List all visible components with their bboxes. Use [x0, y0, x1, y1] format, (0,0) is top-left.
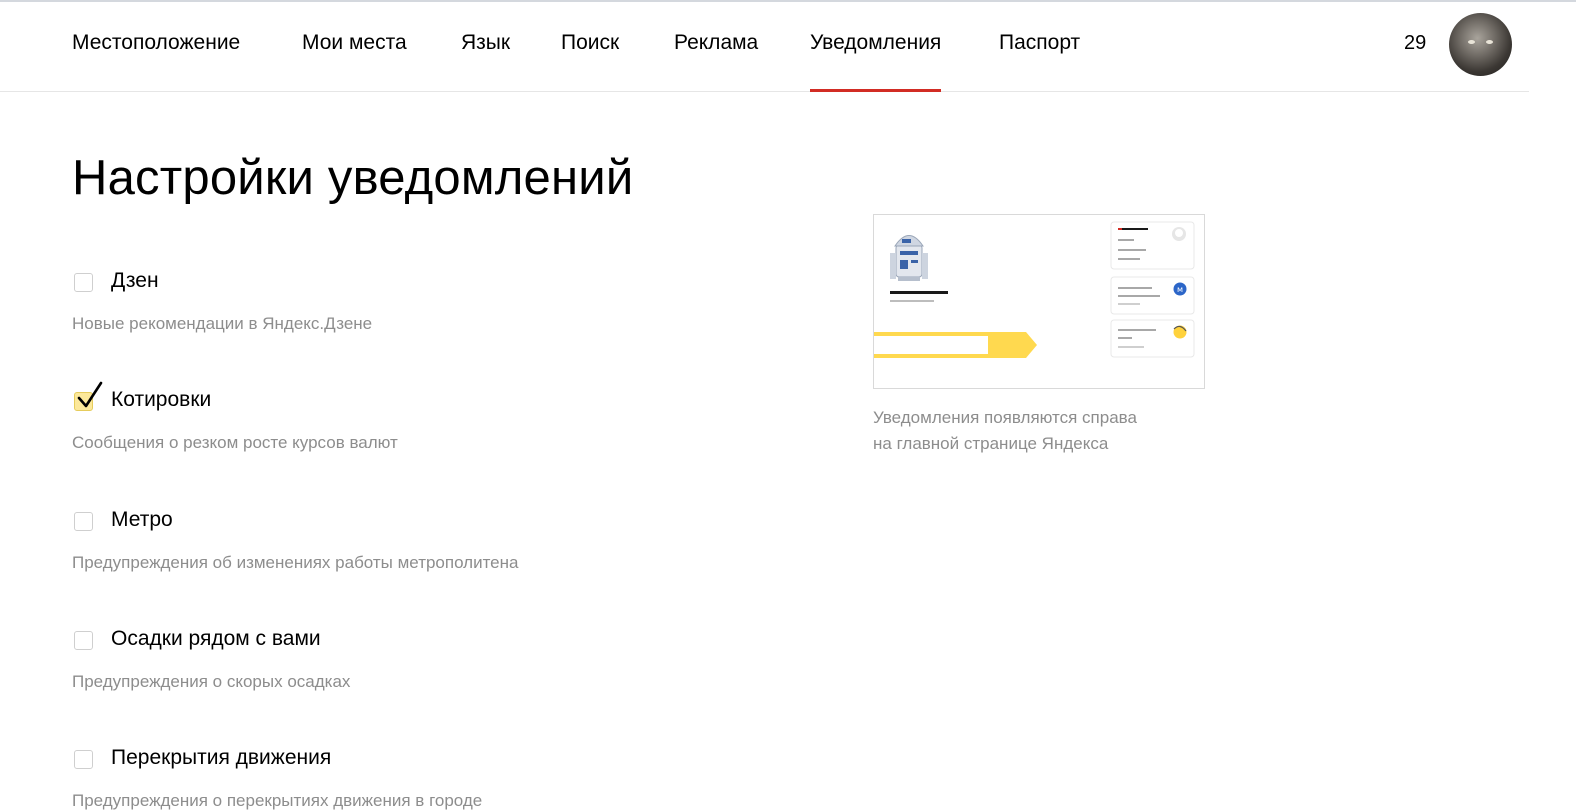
road-closures-checkbox[interactable]: [74, 750, 93, 769]
preview-caption-line-1: Уведомления появляются справа: [873, 408, 1137, 427]
road-closures-description: Предупреждения о перекрытиях движения в …: [72, 791, 483, 810]
notification-counter[interactable]: 29: [1404, 32, 1426, 55]
tab-my-places[interactable]: Мои места: [302, 2, 407, 91]
yellow-search-bar: [874, 332, 1037, 358]
notifications-preview-illustration: м: [873, 214, 1205, 389]
zen-label[interactable]: Дзен: [111, 269, 159, 293]
preview-caption: Уведомления появляются справа на главной…: [873, 405, 1137, 457]
metro-description: Предупреждения об изменениях работы метр…: [72, 553, 519, 572]
tab-search[interactable]: Поиск: [561, 2, 619, 91]
metro-checkbox[interactable]: [74, 512, 93, 531]
quotes-description: Сообщения о резком росте курсов валют: [72, 433, 398, 452]
quotes-checkbox[interactable]: [74, 381, 103, 411]
notification-card-3: [1110, 319, 1195, 358]
avatar[interactable]: [1449, 13, 1512, 76]
top-navigation: Местоположение Мои места Язык Поиск Рекл…: [0, 2, 1529, 92]
metro-label[interactable]: Метро: [111, 508, 173, 532]
zen-description: Новые рекомендации в Яндекс.Дзене: [72, 314, 373, 333]
preview-caption-line-2: на главной странице Яндекса: [873, 434, 1109, 453]
quotes-label[interactable]: Котировки: [111, 388, 211, 412]
precipitation-label[interactable]: Осадки рядом с вами: [111, 627, 321, 651]
notification-card-1: [1110, 221, 1195, 270]
precipitation-description: Предупреждения о скорых осадках: [72, 672, 351, 691]
notification-card-2: м: [1110, 276, 1195, 315]
tab-notifications[interactable]: Уведомления: [810, 2, 942, 92]
zen-checkbox[interactable]: [74, 273, 93, 292]
tab-location[interactable]: Местоположение: [72, 2, 240, 91]
svg-text:м: м: [1177, 285, 1183, 294]
checkmark-icon: [77, 381, 103, 408]
page-title: Настройки уведомлений: [72, 151, 634, 205]
robot-icon: [890, 235, 928, 281]
precipitation-checkbox[interactable]: [74, 631, 93, 650]
tab-language[interactable]: Язык: [461, 2, 510, 91]
tab-ads[interactable]: Реклама: [674, 2, 758, 91]
tab-passport[interactable]: Паспорт: [999, 2, 1080, 91]
road-closures-label[interactable]: Перекрытия движения: [111, 746, 331, 770]
